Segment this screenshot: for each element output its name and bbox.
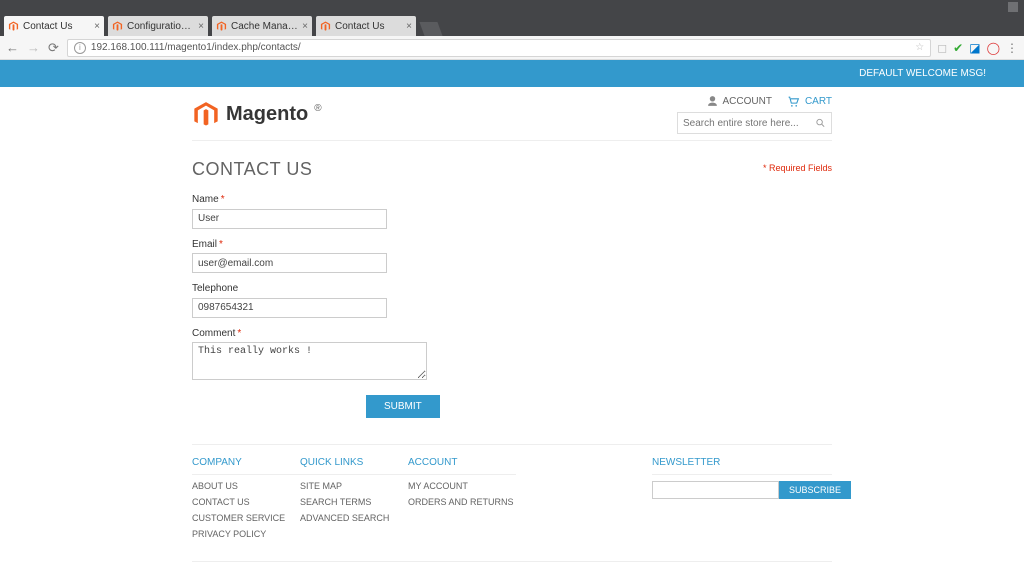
extension-icon[interactable]: ◪	[969, 41, 980, 55]
magento-favicon-icon	[8, 21, 19, 32]
browser-tab-0[interactable]: Contact Us ×	[4, 16, 104, 36]
footer-link[interactable]: CONTACT US	[192, 497, 300, 507]
footer-heading-account: ACCOUNT	[408, 457, 516, 475]
account-label: ACCOUNT	[723, 96, 772, 107]
new-tab-button[interactable]	[419, 22, 442, 36]
close-icon[interactable]: ×	[94, 21, 100, 32]
subscribe-button[interactable]: SUBSCRIBE	[779, 481, 851, 499]
footer-link[interactable]: ORDERS AND RETURNS	[408, 497, 516, 507]
window-control[interactable]	[1008, 2, 1018, 12]
footer-link[interactable]: CUSTOMER SERVICE	[192, 513, 300, 523]
close-icon[interactable]: ×	[406, 21, 412, 32]
browser-addressbar: ← → ⟳ i 192.168.100.111/magento1/index.p…	[0, 36, 1024, 60]
magento-logo-icon	[192, 101, 220, 129]
submit-button[interactable]: SUBMIT	[366, 395, 440, 418]
magento-favicon-icon	[320, 21, 331, 32]
browser-tabstrip: Contact Us × Configuration / Sy × Cache …	[0, 14, 1024, 36]
reload-button[interactable]: ⟳	[48, 40, 59, 56]
comment-field[interactable]	[192, 342, 427, 380]
telephone-field[interactable]	[192, 298, 387, 318]
close-icon[interactable]: ×	[198, 21, 204, 32]
tab-title: Cache Management	[231, 21, 299, 32]
brand-name: Magento	[226, 103, 308, 126]
footer-heading-quicklinks: QUICK LINKS	[300, 457, 408, 475]
bookmark-star-icon[interactable]: ☆	[915, 42, 924, 53]
cart-link[interactable]: CART	[786, 95, 832, 108]
tab-title: Contact Us	[335, 21, 403, 32]
search-input[interactable]	[683, 118, 815, 129]
url-text: 192.168.100.111/magento1/index.php/conta…	[91, 42, 301, 53]
site-header: Magento ® ACCOUNT CART	[192, 87, 832, 141]
welcome-text: DEFAULT WELCOME MSG!	[859, 68, 986, 79]
window-titlebar	[0, 0, 1024, 14]
footer: COMPANY ABOUT US CONTACT US CUSTOMER SER…	[192, 457, 832, 545]
extension-icon[interactable]: ✔	[953, 41, 963, 55]
page-title: CONTACT US	[192, 159, 832, 180]
footer-link[interactable]: SITE MAP	[300, 481, 408, 491]
url-input[interactable]: i 192.168.100.111/magento1/index.php/con…	[67, 39, 931, 57]
footer-link[interactable]: ADVANCED SEARCH	[300, 513, 408, 523]
site-info-icon[interactable]: i	[74, 42, 86, 54]
divider	[192, 561, 832, 562]
extension-icon[interactable]: ◯	[987, 41, 1000, 55]
browser-tab-3[interactable]: Contact Us ×	[316, 16, 416, 36]
search-icon[interactable]	[815, 117, 826, 129]
back-button[interactable]: ←	[6, 40, 19, 55]
cart-icon	[786, 95, 801, 108]
required-fields-note: * Required Fields	[763, 163, 832, 173]
comment-label: Comment	[192, 328, 235, 339]
person-icon	[706, 95, 719, 108]
required-star: *	[219, 239, 223, 250]
email-field[interactable]	[192, 253, 387, 273]
site-logo[interactable]: Magento ®	[192, 101, 322, 129]
browser-tab-1[interactable]: Configuration / Sy ×	[108, 16, 208, 36]
tab-title: Configuration / Sy	[127, 21, 195, 32]
account-link[interactable]: ACCOUNT	[706, 95, 772, 108]
close-icon[interactable]: ×	[302, 21, 308, 32]
browser-tab-2[interactable]: Cache Management ×	[212, 16, 312, 36]
magento-favicon-icon	[112, 21, 123, 32]
required-star: *	[221, 194, 225, 205]
required-star: *	[237, 328, 241, 339]
registered-mark: ®	[314, 103, 321, 114]
footer-link[interactable]: MY ACCOUNT	[408, 481, 516, 491]
forward-button[interactable]: →	[27, 40, 40, 55]
welcome-bar: DEFAULT WELCOME MSG!	[0, 60, 1024, 87]
footer-link[interactable]: PRIVACY POLICY	[192, 529, 300, 539]
name-label: Name	[192, 194, 219, 205]
magento-favicon-icon	[216, 21, 227, 32]
search-box[interactable]	[677, 112, 832, 134]
cart-label: CART	[805, 96, 832, 107]
telephone-label: Telephone	[192, 283, 238, 294]
footer-heading-newsletter: NEWSLETTER	[652, 457, 832, 475]
divider	[192, 444, 832, 445]
name-field[interactable]	[192, 209, 387, 229]
footer-link[interactable]: SEARCH TERMS	[300, 497, 408, 507]
extension-icon[interactable]: ◻	[937, 41, 947, 55]
footer-heading-company: COMPANY	[192, 457, 300, 475]
newsletter-input[interactable]	[652, 481, 779, 499]
footer-link[interactable]: ABOUT US	[192, 481, 300, 491]
email-label: Email	[192, 239, 217, 250]
tab-title: Contact Us	[23, 21, 91, 32]
chrome-menu-icon[interactable]: ⋮	[1006, 41, 1018, 55]
